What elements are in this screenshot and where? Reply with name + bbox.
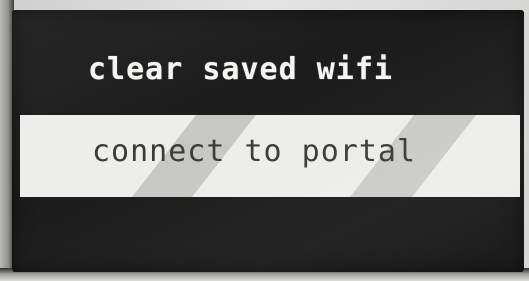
device-photo: clear saved wifi connect to portal [0, 0, 529, 281]
lcd-screen: clear saved wifi connect to portal [12, 10, 524, 272]
menu-item-connect-to-portal[interactable]: connect to portal [92, 134, 416, 169]
menu-item-clear-saved-wifi[interactable]: clear saved wifi [88, 52, 393, 87]
